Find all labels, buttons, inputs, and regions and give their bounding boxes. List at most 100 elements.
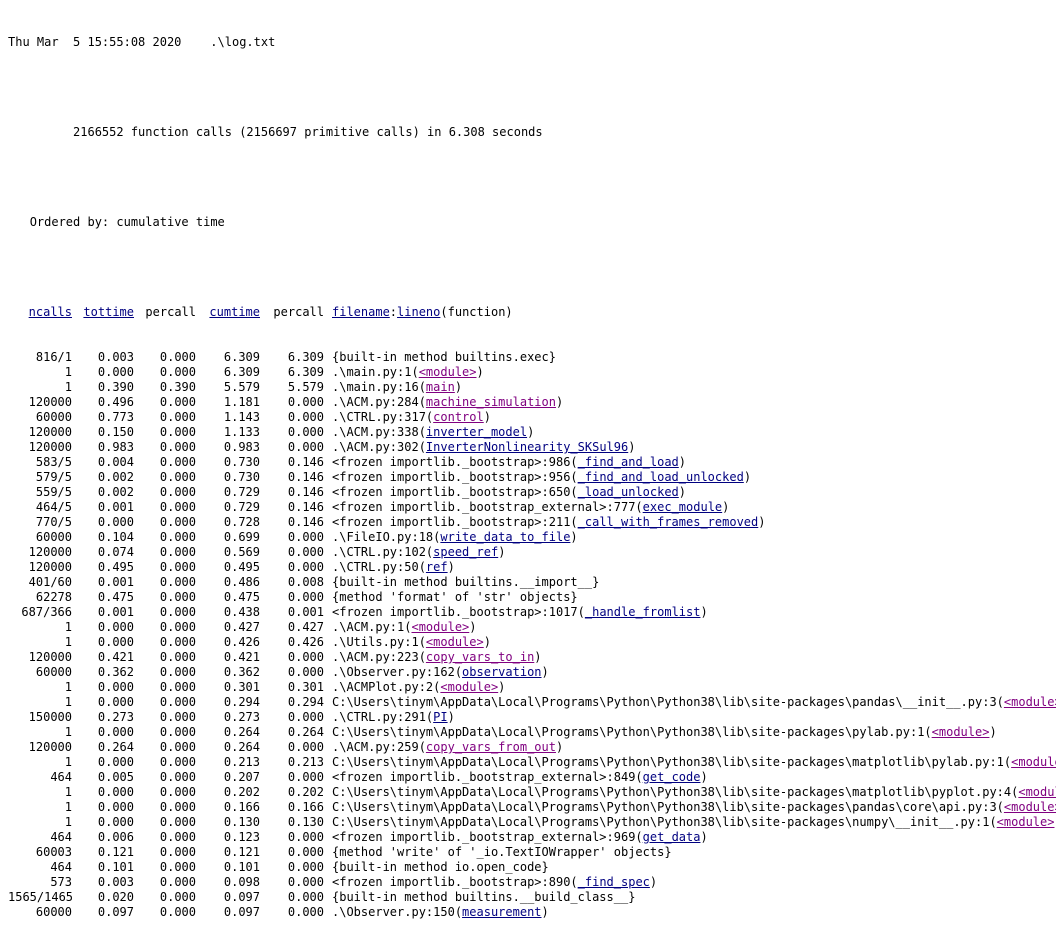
function-suffix: ) (722, 500, 730, 514)
percall-cell: 0.000 (159, 650, 196, 664)
tottime-cell: 0.101 (97, 860, 134, 874)
summary-line: 2166552 function calls (2156697 primitiv… (8, 125, 1056, 140)
function-location: C:\Users\tinym\AppData\Local\Programs\Py… (332, 785, 1019, 799)
function-link[interactable]: InverterNonlinearity_SKSul96 (426, 440, 628, 454)
sort-ncalls-link[interactable]: ncalls (29, 305, 72, 319)
function-link[interactable]: <module> (932, 725, 990, 739)
function-location: <frozen importlib._bootstrap_external>:8… (332, 770, 643, 784)
table-row: 60000 0.104 0.000 0.699 0.000 .\FileIO.py:18(… (8, 530, 1056, 545)
function-link[interactable]: exec_module (643, 500, 722, 514)
percall-cumulative-cell: 0.000 (287, 770, 324, 784)
function-link[interactable]: ref (426, 560, 448, 574)
tottime-cell: 0.000 (97, 515, 134, 529)
cumtime-cell: 0.264 (223, 725, 260, 739)
col-percall-header: percall (145, 305, 196, 319)
function-link[interactable]: inverter_model (426, 425, 527, 439)
function-link[interactable]: _call_with_frames_removed (578, 515, 759, 529)
function-link[interactable]: observation (462, 665, 541, 679)
percall-cumulative-cell: 0.008 (287, 575, 324, 589)
function-link[interactable]: _find_and_load (578, 455, 679, 469)
function-location: C:\Users\tinym\AppData\Local\Programs\Py… (332, 695, 1004, 709)
function-link[interactable]: _find_and_load_unlocked (578, 470, 744, 484)
function-link[interactable]: write_data_to_file (440, 530, 570, 544)
function-suffix: ) (527, 425, 535, 439)
table-row: 60000 0.097 0.000 0.097 0.000 .\Observer.py:1… (8, 905, 1056, 920)
table-row: 150000 0.273 0.000 0.273 0.000 .\CTRL.py:291(… (8, 710, 1056, 725)
tottime-cell: 0.475 (97, 590, 134, 604)
function-link[interactable]: <module> (1004, 800, 1056, 814)
tottime-cell: 0.001 (97, 500, 134, 514)
sort-lineno-link[interactable]: lineno (397, 305, 440, 319)
ncalls-cell: 1 (64, 755, 72, 769)
percall-cumulative-cell: 0.146 (287, 515, 324, 529)
function-link[interactable]: machine_simulation (426, 395, 556, 409)
function-link[interactable]: <module> (419, 365, 477, 379)
sort-tottime-link[interactable]: tottime (83, 305, 134, 319)
table-row: 687/366 0.001 0.000 0.438 0.001 <frozen impor… (8, 605, 1056, 620)
percall-cumulative-cell: 0.146 (287, 485, 324, 499)
cumtime-cell: 0.097 (223, 905, 260, 919)
function-location: .\Utils.py:1( (332, 635, 426, 649)
function-link[interactable]: _handle_fromlist (585, 605, 701, 619)
cumtime-cell: 1.133 (223, 425, 260, 439)
cumtime-cell: 0.569 (223, 545, 260, 559)
function-suffix: ) (534, 650, 542, 664)
function-link[interactable]: <module> (1004, 695, 1056, 709)
ncalls-cell: 62278 (35, 590, 72, 604)
function-link[interactable]: control (433, 410, 484, 424)
percall-cumulative-cell: 0.130 (287, 815, 324, 829)
function-location: {built-in method builtins.__import__} (332, 575, 600, 589)
function-link[interactable]: <module> (1011, 755, 1056, 769)
cumtime-cell: 0.486 (223, 575, 260, 589)
sort-filename-link[interactable]: filename (332, 305, 390, 319)
cumtime-cell: 0.294 (223, 695, 260, 709)
sort-cumtime-link[interactable]: cumtime (209, 305, 260, 319)
function-link[interactable]: get_data (643, 830, 701, 844)
function-link[interactable]: main (426, 380, 455, 394)
function-link[interactable]: copy_vars_from_out (426, 740, 556, 754)
function-link[interactable]: measurement (462, 905, 541, 919)
percall-cell: 0.000 (159, 605, 196, 619)
percall-cell: 0.000 (159, 425, 196, 439)
function-link[interactable]: copy_vars_to_in (426, 650, 534, 664)
percall-cell: 0.000 (159, 860, 196, 874)
percall-cell: 0.000 (159, 455, 196, 469)
cumtime-cell: 0.730 (223, 455, 260, 469)
function-link[interactable]: speed_ref (433, 545, 498, 559)
col-function-header: (function) (440, 305, 513, 319)
function-suffix: ) (447, 560, 455, 574)
ncalls-cell: 401/60 (28, 575, 72, 589)
function-link[interactable]: _find_spec (578, 875, 650, 889)
percall-cumulative-cell: 0.000 (287, 710, 324, 724)
cumtime-cell: 1.181 (223, 395, 260, 409)
function-link[interactable]: _load_unlocked (578, 485, 679, 499)
percall-cumulative-cell: 0.202 (287, 785, 324, 799)
ncalls-cell: 60000 (35, 410, 72, 424)
percall-cell: 0.000 (159, 545, 196, 559)
percall-cell: 0.000 (159, 530, 196, 544)
tottime-cell: 0.000 (97, 785, 134, 799)
percall-cumulative-cell: 0.213 (287, 755, 324, 769)
percall-cumulative-cell: 0.000 (287, 845, 324, 859)
function-link[interactable]: <module> (440, 680, 498, 694)
function-suffix: ) (758, 515, 766, 529)
cumtime-cell: 0.362 (223, 665, 260, 679)
cumtime-cell: 0.301 (223, 680, 260, 694)
percall-cumulative-cell: 0.000 (287, 590, 324, 604)
function-link[interactable]: <module> (1018, 785, 1056, 799)
function-link[interactable]: PI (433, 710, 447, 724)
function-link[interactable]: get_code (643, 770, 701, 784)
percall-cumulative-cell: 0.146 (287, 500, 324, 514)
function-link[interactable]: <module> (426, 635, 484, 649)
tottime-cell: 0.000 (97, 635, 134, 649)
function-link[interactable]: <module> (411, 620, 469, 634)
cumtime-cell: 0.273 (223, 710, 260, 724)
ncalls-cell: 1 (64, 680, 72, 694)
function-link[interactable]: <module> (997, 815, 1055, 829)
table-row: 1 0.390 0.390 5.579 5.579 .\main.py:16(main) (8, 380, 1056, 395)
function-location: .\ACM.py:223( (332, 650, 426, 664)
ncalls-cell: 120000 (28, 425, 72, 439)
ncalls-cell: 559/5 (35, 485, 72, 499)
function-location: <frozen importlib._bootstrap_external>:7… (332, 500, 643, 514)
